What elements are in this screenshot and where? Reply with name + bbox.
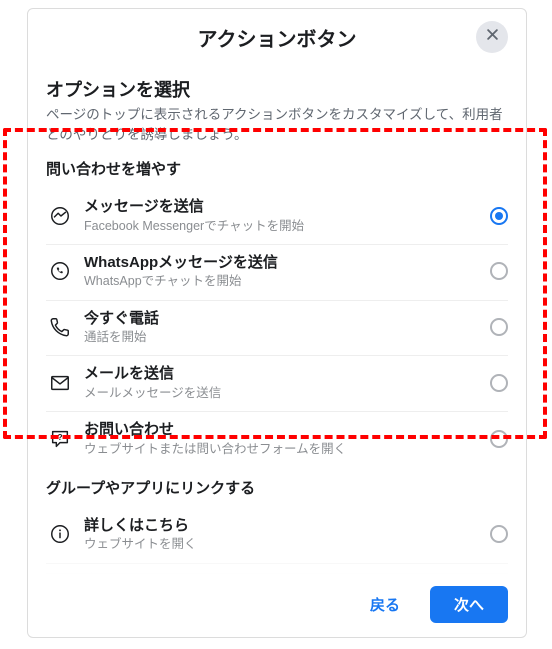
group-title: グループやアプリにリンクする <box>46 477 508 498</box>
radio[interactable] <box>490 262 508 280</box>
radio-selected[interactable] <box>490 207 508 225</box>
option-subtitle: WhatsAppでチャットを開始 <box>84 273 482 289</box>
option-title: お問い合わせ <box>84 420 482 440</box>
option-subtitle: ウェブサイトを開く <box>84 536 482 552</box>
radio[interactable] <box>490 525 508 543</box>
close-button[interactable] <box>476 21 508 53</box>
option-send-email[interactable]: メールを送信 メールメッセージを送信 <box>46 356 508 412</box>
whatsapp-icon <box>46 257 74 285</box>
intro-heading: オプションを選択 <box>46 76 508 102</box>
phone-icon <box>46 313 74 341</box>
option-learn-more[interactable]: 詳しくはこちら ウェブサイトを開く <box>46 508 508 564</box>
radio[interactable] <box>490 318 508 336</box>
group-contact: 問い合わせを増やす メッセージを送信 Facebook Messengerでチャ… <box>46 158 508 467</box>
option-title: 今すぐ電話 <box>84 309 482 329</box>
option-title: 詳しくはこちら <box>84 516 482 536</box>
option-subtitle: 通話を開始 <box>84 329 482 345</box>
close-icon <box>485 27 500 47</box>
messenger-icon <box>46 202 74 230</box>
group-title: 問い合わせを増やす <box>46 158 508 179</box>
modal-header: アクションボタン <box>46 23 508 64</box>
option-call-now[interactable]: 今すぐ電話 通話を開始 <box>46 301 508 357</box>
info-icon <box>46 520 74 548</box>
svg-text:?: ? <box>57 432 62 441</box>
radio[interactable] <box>490 430 508 448</box>
modal-footer: 戻る 次へ <box>46 573 508 637</box>
option-whatsapp[interactable]: WhatsAppメッセージを送信 WhatsAppでチャットを開始 <box>46 245 508 301</box>
mail-icon <box>46 369 74 397</box>
option-contact-us[interactable]: ? お問い合わせ ウェブサイトまたは問い合わせフォームを開く <box>46 412 508 467</box>
intro-section: オプションを選択 ページのトップに表示されるアクションボタンをカスタマイズして、… <box>46 76 508 144</box>
option-watch-now[interactable]: 今すぐ見る ウェブサイトの動画を開く <box>46 564 508 573</box>
option-subtitle: Facebook Messengerでチャットを開始 <box>84 218 482 234</box>
intro-description: ページのトップに表示されるアクションボタンをカスタマイズして、利用者とのやりとり… <box>46 105 508 144</box>
option-title: WhatsAppメッセージを送信 <box>84 253 482 273</box>
option-title: メールを送信 <box>84 364 482 384</box>
action-button-modal: アクションボタン オプションを選択 ページのトップに表示されるアクションボタンを… <box>27 8 527 638</box>
modal-title: アクションボタン <box>46 23 508 52</box>
radio[interactable] <box>490 374 508 392</box>
option-title: メッセージを送信 <box>84 197 482 217</box>
option-subtitle: メールメッセージを送信 <box>84 385 482 401</box>
option-subtitle: ウェブサイトまたは問い合わせフォームを開く <box>84 441 482 457</box>
back-button[interactable]: 戻る <box>346 586 424 623</box>
option-send-message[interactable]: メッセージを送信 Facebook Messengerでチャットを開始 <box>46 189 508 245</box>
group-link: グループやアプリにリンクする 詳しくはこちら ウェブサイトを開く <box>46 477 508 573</box>
contact-icon: ? <box>46 425 74 453</box>
next-button[interactable]: 次へ <box>430 586 508 623</box>
